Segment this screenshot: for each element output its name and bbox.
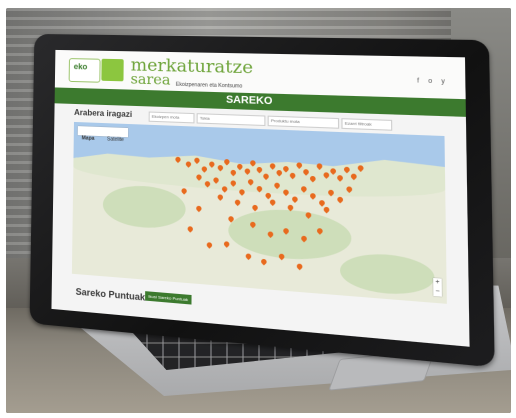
- map-type-tabs: Mapa Satelite: [77, 126, 129, 143]
- map-tab-map[interactable]: Mapa: [78, 134, 99, 144]
- map-pin[interactable]: [322, 205, 331, 214]
- map-tab-satellite[interactable]: Satelite: [103, 135, 128, 145]
- social-icons[interactable]: f o y: [417, 78, 448, 85]
- map-pin[interactable]: [251, 203, 259, 212]
- map-terrain: [339, 251, 435, 298]
- apply-filters-button[interactable]: Ezarri filtroak: [341, 118, 393, 131]
- map-pin[interactable]: [317, 199, 326, 207]
- map-pin[interactable]: [180, 187, 188, 195]
- map-pin[interactable]: [268, 198, 277, 207]
- map-pin[interactable]: [216, 193, 225, 201]
- map-pin[interactable]: [295, 262, 304, 271]
- brand-line-2: sarea: [130, 71, 171, 89]
- map-pin[interactable]: [290, 195, 299, 204]
- map-pin[interactable]: [259, 257, 268, 266]
- zoom-control[interactable]: + −: [433, 277, 442, 297]
- map-pin[interactable]: [205, 241, 214, 249]
- zoom-out-button[interactable]: −: [433, 287, 442, 297]
- filter-place-select[interactable]: Tokia: [196, 113, 266, 127]
- map-pin[interactable]: [222, 240, 231, 248]
- map-pin[interactable]: [244, 252, 253, 261]
- map-terrain: [102, 183, 186, 231]
- photo: eko merkaturatze sarea Ekoizpenaren eta …: [6, 8, 511, 413]
- map[interactable]: Mapa Satelite + −: [71, 121, 447, 304]
- filter-title: Arabera iragazi: [74, 107, 133, 120]
- laptop-screen: eko merkaturatze sarea Ekoizpenaren eta …: [51, 49, 470, 347]
- map-pin[interactable]: [233, 198, 242, 207]
- map-pin[interactable]: [336, 195, 345, 204]
- brand-subtitle: Ekoizpenaren eta Kontsumo: [175, 81, 243, 90]
- eko-logo[interactable]: eko: [68, 58, 101, 83]
- section-title: Sareko Puntuak: [75, 286, 146, 303]
- view-points-button[interactable]: Ikusi Sareko Puntuak: [145, 291, 192, 305]
- filter-product-select[interactable]: Produktu mota: [267, 115, 340, 129]
- eu-organic-logo: [101, 58, 124, 82]
- laptop-lid: eko merkaturatze sarea Ekoizpenaren eta …: [29, 33, 495, 368]
- filter-production-select[interactable]: Ekoizpen mota: [148, 111, 195, 124]
- map-pin[interactable]: [195, 204, 203, 213]
- map-pin[interactable]: [186, 225, 195, 233]
- logo-text: eko: [73, 62, 88, 72]
